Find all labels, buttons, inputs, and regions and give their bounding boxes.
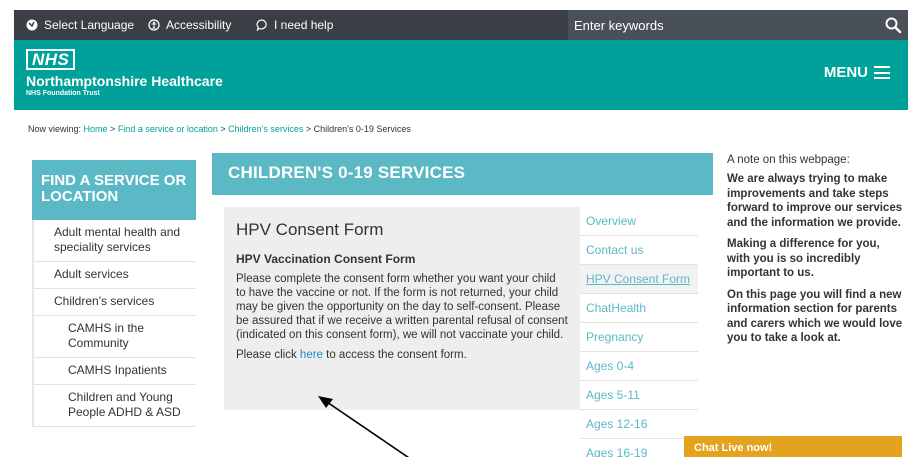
note-paragraph: Making a difference for you, with you is… — [727, 238, 880, 279]
search-input[interactable] — [568, 10, 878, 40]
select-language-link[interactable]: Select Language — [26, 10, 134, 40]
find-service-heading: FIND A SERVICE OR LOCATION — [32, 160, 196, 220]
tab-overview[interactable]: Overview — [580, 207, 698, 236]
breadcrumb-childrens-services[interactable]: Children's services — [228, 124, 303, 134]
note-paragraph: On this page you will find a new informa… — [727, 288, 903, 345]
accessibility-link[interactable]: Accessibility — [148, 10, 231, 40]
section-tabs: Overview Contact us HPV Consent Form Cha… — [580, 207, 698, 457]
note-paragraph: We are always trying to make improvement… — [727, 173, 903, 229]
sidebar-item-camhs-inpatients[interactable]: CAMHS Inpatients — [34, 358, 196, 385]
menu-bars-icon — [874, 66, 890, 79]
breadcrumb-separator: > — [107, 124, 118, 134]
webpage-note: A note on this webpage: We are always tr… — [727, 154, 905, 353]
breadcrumb-current: Children's 0-19 Services — [313, 124, 411, 134]
card-subtitle: HPV Vaccination Consent Form — [236, 252, 416, 266]
sidebar-item-adult-mental-health[interactable]: Adult mental health and speciality servi… — [34, 220, 196, 262]
nhs-logo[interactable]: NHS Northamptonshire Healthcare NHS Foun… — [26, 49, 223, 97]
menu-label: MENU — [823, 64, 868, 81]
utility-bar: Select Language Accessibility I need hel… — [14, 10, 908, 40]
globe-icon — [26, 19, 38, 31]
page-title: CHILDREN'S 0-19 SERVICES — [212, 153, 713, 195]
tab-pregnancy[interactable]: Pregnancy — [580, 323, 698, 352]
tab-ages-16-19[interactable]: Ages 16-19 — [580, 439, 698, 457]
search-bar — [568, 10, 908, 40]
chat-live-button[interactable]: Chat Live now! — [684, 436, 902, 457]
tab-hpv-consent-form[interactable]: HPV Consent Form — [580, 265, 698, 294]
tab-contact-us[interactable]: Contact us — [580, 236, 698, 265]
breadcrumb-home[interactable]: Home — [84, 124, 108, 134]
select-language-label: Select Language — [44, 18, 135, 32]
page: Select Language Accessibility I need hel… — [0, 0, 922, 457]
accessibility-icon — [148, 19, 160, 31]
help-label: I need help — [274, 18, 334, 32]
note-heading: A note on this webpage: — [727, 154, 850, 166]
menu-button[interactable]: MENU — [824, 64, 890, 81]
consent-form-card: HPV Consent Form HPV Vaccination Consent… — [224, 207, 580, 410]
card-title: HPV Consent Form — [236, 220, 384, 239]
site-header: NHS Northamptonshire Healthcare NHS Foun… — [14, 40, 908, 110]
card-body: Please complete the consent form whether… — [236, 273, 568, 341]
service-nav: Adult mental health and speciality servi… — [32, 220, 196, 427]
nhs-wordmark: NHS — [26, 49, 76, 70]
search-icon[interactable] — [884, 16, 902, 34]
breadcrumb: Now viewing: Home > Find a service or lo… — [28, 124, 411, 134]
sidebar-item-adhd-asd[interactable]: Children and Young People ADHD & ASD — [34, 385, 196, 427]
sidebar-item-adult-services[interactable]: Adult services — [34, 262, 196, 289]
sidebar-item-camhs-community[interactable]: CAMHS in the Community — [34, 316, 196, 358]
tab-ages-0-4[interactable]: Ages 0-4 — [580, 352, 698, 381]
tab-chathealth[interactable]: ChatHealth — [580, 294, 698, 323]
consent-form-link[interactable]: here — [300, 349, 323, 361]
accessibility-label: Accessibility — [166, 18, 232, 32]
click-prefix: Please click — [236, 349, 300, 361]
click-instruction: Please click here to access the consent … — [236, 348, 568, 362]
tab-ages-12-16[interactable]: Ages 12-16 — [580, 410, 698, 439]
breadcrumb-prefix: Now viewing: — [28, 124, 84, 134]
trust-name: NHS Foundation Trust — [26, 90, 100, 97]
sidebar-item-childrens-services[interactable]: Children's services — [34, 289, 196, 316]
org-name: Northamptonshire Healthcare — [26, 73, 223, 89]
help-link[interactable]: I need help — [256, 10, 333, 40]
breadcrumb-find-service[interactable]: Find a service or location — [118, 124, 218, 134]
tab-ages-5-11[interactable]: Ages 5-11 — [580, 381, 698, 410]
click-suffix: to access the consent form. — [322, 349, 467, 361]
breadcrumb-separator: > — [217, 124, 229, 134]
breadcrumb-separator: > — [303, 124, 314, 134]
help-bubble-icon — [256, 19, 267, 31]
